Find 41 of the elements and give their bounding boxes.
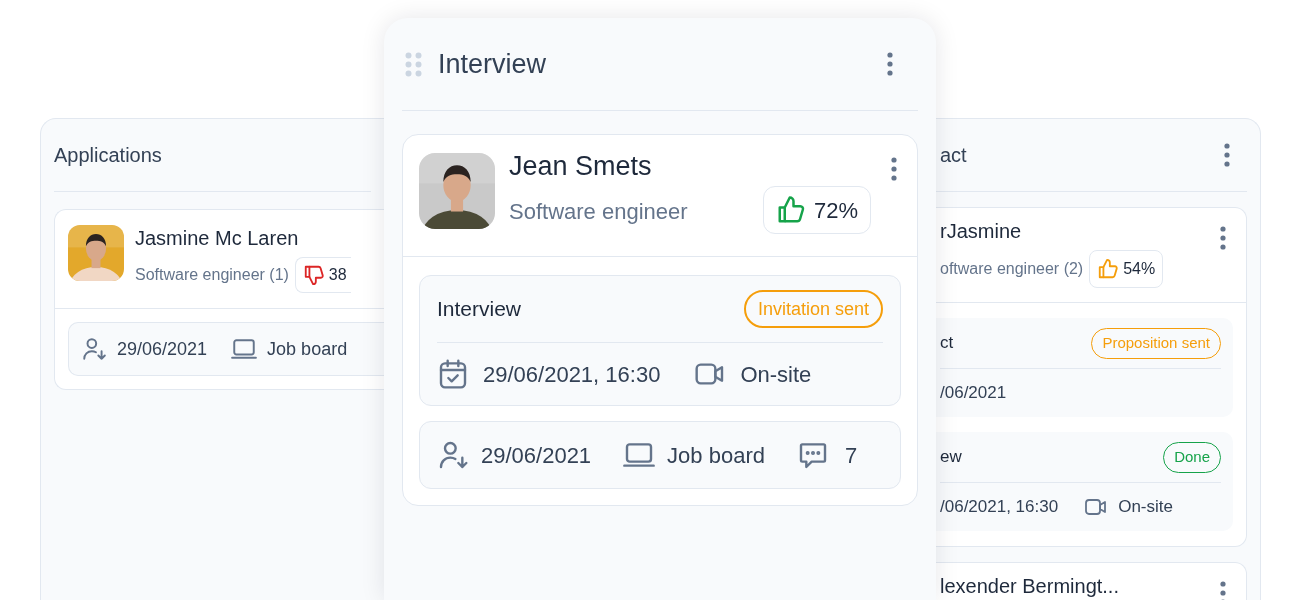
interview-date: 29/06/2021, 16:30: [483, 360, 661, 389]
job-title: oftware engineer (2): [940, 259, 1084, 279]
candidate-name: lexender Bermingt...: [940, 574, 1119, 599]
step-title: ct: [940, 332, 954, 355]
calendar-icon: [437, 358, 469, 390]
source-label: Job board: [267, 337, 348, 361]
user-arrow-icon: [437, 439, 469, 471]
more-icon[interactable]: [891, 157, 897, 181]
score-badge: 38: [294, 257, 351, 293]
candidate-name: Jean Smets: [509, 151, 653, 181]
applied-date: 29/06/2021: [117, 337, 208, 361]
applied-date: 29/06/2021: [481, 441, 592, 470]
location-label: On-site: [740, 360, 812, 389]
user-arrow-icon: [81, 336, 107, 362]
laptop-icon: [231, 336, 258, 362]
more-icon[interactable]: [1220, 226, 1226, 250]
step-title: Interview: [437, 296, 522, 323]
job-title: Software engineer: [509, 198, 688, 226]
source-label: Job board: [667, 441, 765, 470]
more-icon[interactable]: [887, 52, 893, 76]
candidate-name: rJasmine: [940, 219, 1023, 244]
candidate-card[interactable]: lexender Bermingt...: [936, 562, 1247, 600]
candidate-name: Jasmine Mc Laren: [135, 226, 300, 251]
candidate-card[interactable]: Jean Smets Software engineer 72% Interview Invitation sent 29/06/2021, 16:30 On-site 29/06/2021 Job board 7: [402, 134, 918, 506]
candidate-card[interactable]: Jasmine Mc Laren Software engineer (1) 38 29/06/2021 Job board: [54, 209, 384, 390]
score-badge: 54%: [1089, 250, 1164, 288]
more-icon[interactable]: [1220, 581, 1226, 600]
interview-date: /06/2021: [940, 382, 1007, 405]
more-icon[interactable]: [1224, 143, 1230, 167]
location-label: On-site: [1118, 496, 1173, 519]
job-title: Software engineer (1): [135, 265, 289, 285]
candidate-card[interactable]: rJasmine oftware engineer (2) 54% ct Proposition sent /06/2021 ew Done /06/2021, 16:30 On-site: [936, 207, 1247, 547]
interview-date: /06/2021, 16:30: [940, 496, 1059, 519]
status-badge: Invitation sent: [743, 290, 883, 328]
drag-handle-icon[interactable]: [405, 51, 422, 77]
column-title: act: [940, 143, 967, 168]
column-title: Applications: [54, 143, 162, 168]
comment-count: 7: [844, 441, 858, 470]
step-title: ew: [940, 446, 962, 469]
score-badge: 72%: [762, 186, 871, 234]
column-title: Interview: [438, 47, 547, 81]
